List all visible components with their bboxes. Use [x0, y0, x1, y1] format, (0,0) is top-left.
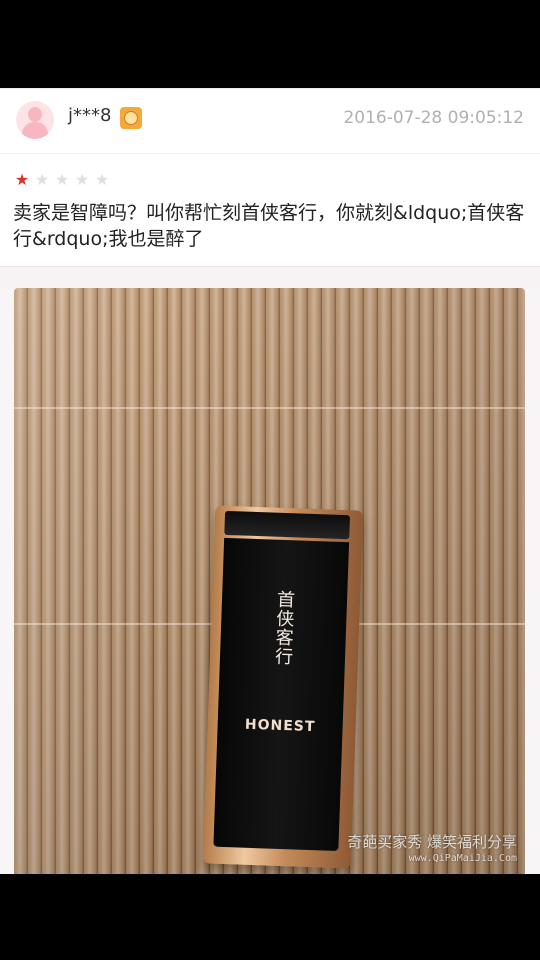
watermark-title: 奇葩买家秀 爆笑福利分享 — [347, 833, 517, 851]
engraved-text: 首侠客行 — [271, 589, 296, 667]
star-empty-icon: ★ — [94, 170, 110, 189]
star-empty-icon: ★ — [34, 170, 50, 189]
avatar-body — [22, 122, 48, 139]
badge-inner — [124, 111, 138, 125]
review-page: j***8 2016-07-28 09:05:12 ★ ★ ★ ★ ★ 卖家是智… — [0, 88, 540, 874]
star-rating: ★ ★ ★ ★ ★ — [13, 170, 111, 190]
site-watermark: 奇葩买家秀 爆笑福利分享 www.QiPaMaiJia.Com — [347, 832, 517, 874]
review-text: 卖家是智障吗？叫你帮忙刻首侠客行，你就刻&ldquo;首侠客行&rdquo;我也… — [13, 202, 525, 250]
top-divider — [0, 88, 540, 89]
star-filled-icon: ★ — [14, 170, 30, 189]
member-badge-icon — [120, 107, 142, 129]
review-timestamp: 2016-07-28 09:05:12 — [343, 108, 524, 128]
star-empty-icon: ★ — [74, 170, 90, 189]
lighter-body: 首侠客行 HONEST — [213, 537, 350, 852]
star-empty-icon: ★ — [54, 170, 70, 189]
review-card: j***8 2016-07-28 09:05:12 ★ ★ ★ ★ ★ 卖家是智… — [0, 88, 540, 266]
username[interactable]: j***8 — [68, 105, 111, 127]
section-gap — [0, 266, 540, 289]
review-header-divider — [0, 153, 540, 154]
lighter-photo-object: 首侠客行 HONEST — [202, 505, 364, 869]
screenshot: j***8 2016-07-28 09:05:12 ★ ★ ★ ★ ★ 卖家是智… — [0, 0, 540, 960]
review-photo[interactable]: 首侠客行 HONEST 奇葩买家秀 爆笑福利分享 www.QiPaMaiJia.… — [14, 288, 525, 874]
lighter-brand: HONEST — [244, 716, 316, 736]
watermark-url: www.QiPaMaiJia.Com — [408, 853, 517, 864]
avatar-head — [28, 107, 42, 122]
lighter-cap — [224, 510, 351, 540]
bamboo-mat-seam — [14, 407, 525, 409]
user-avatar-icon[interactable] — [16, 101, 54, 139]
